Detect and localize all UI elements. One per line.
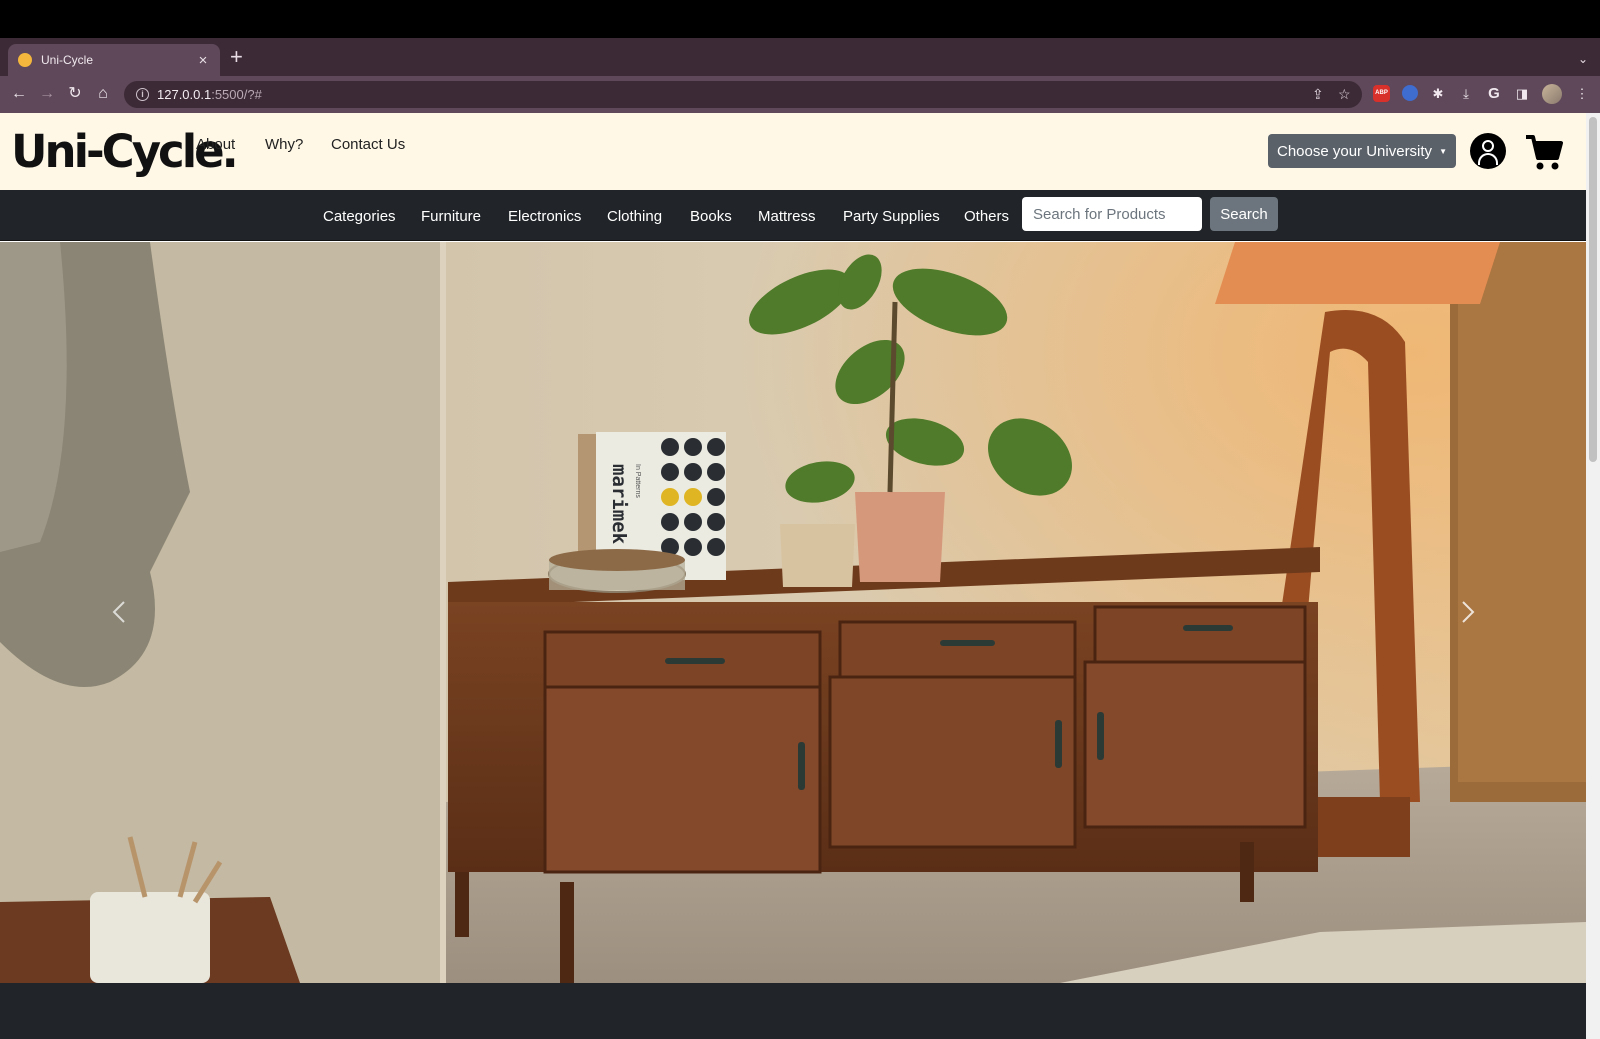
tab-search-chevron-icon[interactable]: ⌄ [1578,52,1588,66]
close-tab-icon[interactable]: × [196,52,210,69]
bookmark-star-icon[interactable]: ☆ [1338,86,1351,103]
home-icon[interactable]: ⌂ [92,83,114,105]
browser-tab[interactable]: Uni-Cycle × [8,44,220,76]
google-icon[interactable]: G [1485,85,1503,103]
category-books[interactable]: Books [690,208,732,225]
browser-toolbar: ← → ↻ ⌂ i 127.0.0.1 :5500/?# ⇪ ☆ [0,76,1600,113]
browser-menu-icon[interactable]: ⋮ [1573,85,1591,103]
site-header: Uni-Cycle. About Why? Contact Us Choose … [0,113,1586,190]
adblock-extension-icon[interactable]: ABP [1373,85,1390,102]
category-categories[interactable]: Categories [323,208,396,225]
hero-image-sideboard: marimek In Patterns [0,242,1586,983]
extensions-puzzle-icon[interactable]: ✱ [1429,85,1447,103]
nav-link-contact[interactable]: Contact Us [331,136,405,153]
category-electronics[interactable]: Electronics [508,208,581,225]
category-mattress[interactable]: Mattress [758,208,816,225]
url-path: :5500/?# [211,87,262,102]
carousel-next-chevron-icon[interactable] [1452,597,1482,627]
favicon-icon [18,53,32,67]
category-clothing[interactable]: Clothing [607,208,662,225]
book-title-text: marimek [608,464,630,545]
hero-carousel: marimek In Patterns [0,242,1586,983]
product-search-input[interactable] [1022,197,1202,231]
category-furniture[interactable]: Furniture [421,208,481,225]
download-icon[interactable]: ⤓ [1457,85,1475,103]
forward-arrow-icon[interactable]: → [36,83,58,105]
caret-down-icon: ▼ [1439,146,1447,156]
new-tab-button[interactable]: + [230,46,243,68]
category-others[interactable]: Others [964,208,1009,225]
category-party-supplies[interactable]: Party Supplies [843,208,940,225]
page-scrollbar[interactable] [1586,113,1600,1039]
shopping-cart-icon[interactable] [1524,132,1564,172]
search-button[interactable]: Search [1210,197,1278,231]
site-info-icon[interactable]: i [136,88,149,101]
scrollbar-thumb[interactable] [1589,117,1597,462]
back-arrow-icon[interactable]: ← [8,83,30,105]
choose-university-dropdown[interactable]: Choose your University ▼ [1268,134,1456,168]
os-menu-bar [0,0,1600,38]
book-subtitle-text: In Patterns [634,464,641,498]
url-host: 127.0.0.1 [157,87,212,102]
reload-icon[interactable]: ↻ [64,83,86,105]
web-page: Uni-Cycle. About Why? Contact Us Choose … [0,113,1586,1039]
user-account-icon[interactable] [1470,133,1506,169]
nav-link-why[interactable]: Why? [265,136,303,153]
nav-link-about[interactable]: About [196,136,235,153]
choose-university-label: Choose your University [1277,142,1433,160]
ublock-extension-icon[interactable] [1402,85,1418,101]
page-dark-band [0,983,1586,1039]
profile-avatar[interactable] [1542,84,1562,104]
share-icon[interactable]: ⇪ [1312,86,1324,103]
address-bar[interactable]: i 127.0.0.1 :5500/?# ⇪ ☆ [124,81,1362,108]
side-panel-icon[interactable]: ◨ [1513,85,1531,103]
carousel-prev-chevron-icon[interactable] [105,597,135,627]
tab-title: Uni-Cycle [41,53,94,67]
category-navbar: Categories Furniture Electronics Clothin… [0,190,1586,241]
